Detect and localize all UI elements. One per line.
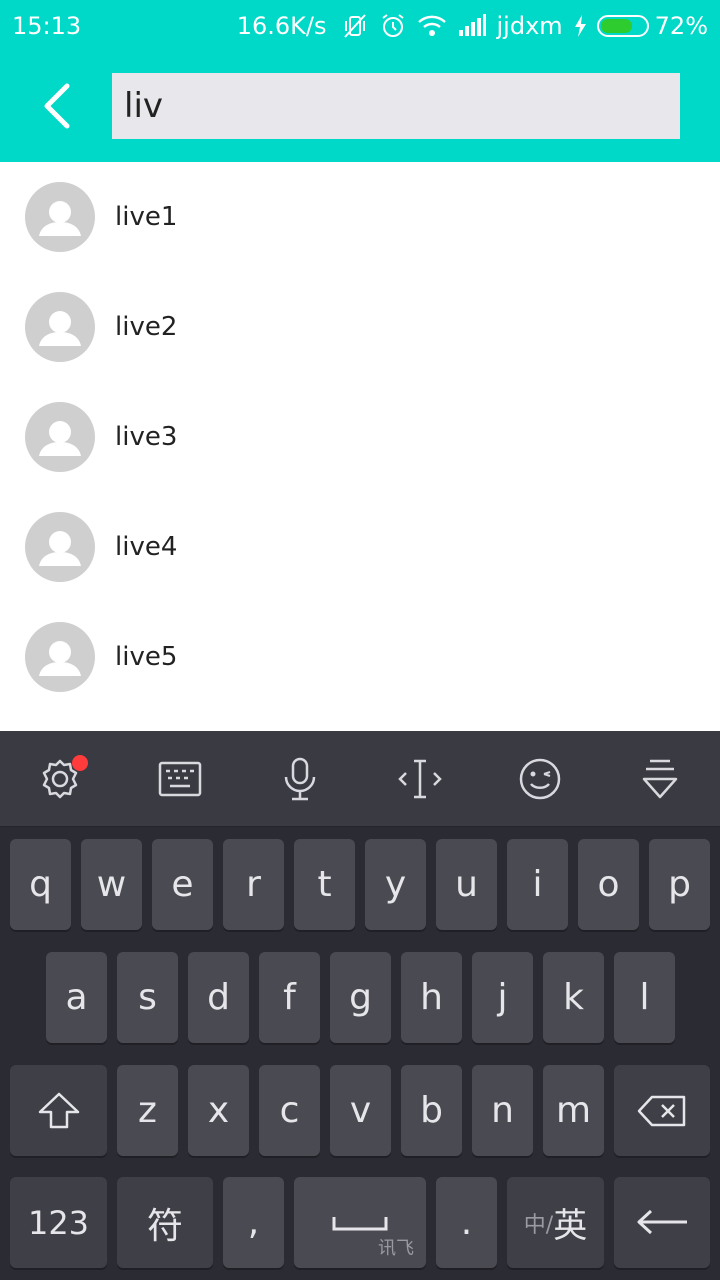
voice-input-button[interactable] bbox=[270, 749, 330, 809]
key-d[interactable]: d bbox=[188, 952, 249, 1043]
language-switch-key[interactable]: 中/英 bbox=[507, 1177, 604, 1268]
key-w[interactable]: w bbox=[81, 839, 142, 930]
search-input[interactable] bbox=[112, 73, 680, 139]
user-avatar-icon bbox=[39, 641, 81, 676]
key-b[interactable]: b bbox=[401, 1065, 462, 1156]
microphone-icon bbox=[284, 757, 316, 800]
keyboard-settings-button[interactable] bbox=[30, 749, 90, 809]
charging-icon bbox=[573, 15, 587, 37]
emoji-icon bbox=[519, 758, 561, 799]
user-avatar-icon bbox=[39, 311, 81, 346]
carrier-name: jjdxm bbox=[496, 12, 563, 40]
user-avatar-icon bbox=[39, 201, 81, 236]
key-l[interactable]: l bbox=[614, 952, 675, 1043]
space-key-brand: 讯飞 bbox=[378, 1238, 414, 1259]
key-q[interactable]: q bbox=[10, 839, 71, 930]
language-secondary: 中/ bbox=[523, 1212, 554, 1238]
language-primary: 英 bbox=[553, 1206, 588, 1246]
list-item[interactable]: live1 bbox=[0, 162, 720, 272]
key-r[interactable]: r bbox=[223, 839, 284, 930]
avatar bbox=[25, 182, 95, 252]
hide-keyboard-icon bbox=[642, 759, 678, 798]
avatar bbox=[25, 402, 95, 472]
key-s[interactable]: s bbox=[117, 952, 178, 1043]
key-i[interactable]: i bbox=[507, 839, 568, 930]
key-j[interactable]: j bbox=[472, 952, 533, 1043]
battery-indicator: 72% bbox=[596, 12, 708, 40]
app-bar bbox=[0, 52, 720, 162]
key-c[interactable]: c bbox=[259, 1065, 320, 1156]
status-time: 15:13 bbox=[12, 12, 82, 40]
key-p[interactable]: p bbox=[649, 839, 710, 930]
key-k[interactable]: k bbox=[543, 952, 604, 1043]
key-n[interactable]: n bbox=[472, 1065, 533, 1156]
cursor-control-button[interactable] bbox=[390, 749, 450, 809]
shift-key[interactable] bbox=[10, 1065, 107, 1156]
key-v[interactable]: v bbox=[330, 1065, 391, 1156]
signal-icon bbox=[457, 14, 487, 38]
key-z[interactable]: z bbox=[117, 1065, 178, 1156]
key-y[interactable]: y bbox=[365, 839, 426, 930]
key-e[interactable]: e bbox=[152, 839, 213, 930]
shift-icon bbox=[38, 1092, 79, 1128]
search-results-list: live1 live2 live3 live4 live5 bbox=[0, 162, 720, 712]
cursor-icon bbox=[398, 759, 442, 798]
avatar bbox=[25, 512, 95, 582]
battery-icon bbox=[596, 15, 649, 37]
soft-keyboard: q w e r t y u i o p a s d f g h j k l z … bbox=[0, 731, 720, 1280]
alarm-icon bbox=[379, 12, 407, 40]
status-bar: 15:13 16.6K/s jjdxm 72% bbox=[0, 0, 720, 52]
keyboard-layout-button[interactable] bbox=[150, 749, 210, 809]
list-item[interactable]: live2 bbox=[0, 272, 720, 382]
period-key[interactable]: . bbox=[436, 1177, 497, 1268]
vibrate-off-icon bbox=[341, 13, 369, 39]
list-item-label: live3 bbox=[115, 422, 178, 452]
keyboard-toolbar bbox=[0, 731, 720, 827]
numbers-key[interactable]: 123 bbox=[10, 1177, 107, 1268]
emoji-button[interactable] bbox=[510, 749, 570, 809]
battery-fill bbox=[600, 19, 633, 33]
space-icon bbox=[332, 1216, 388, 1230]
notification-dot bbox=[72, 754, 88, 771]
comma-key[interactable]: , bbox=[223, 1177, 284, 1268]
list-item[interactable]: live5 bbox=[0, 602, 720, 712]
enter-icon bbox=[637, 1209, 687, 1234]
space-key[interactable]: 讯飞 bbox=[294, 1177, 426, 1268]
symbols-key[interactable]: 符 bbox=[117, 1177, 213, 1268]
battery-percent: 72% bbox=[654, 12, 708, 40]
backspace-icon bbox=[637, 1095, 686, 1126]
list-item[interactable]: live4 bbox=[0, 492, 720, 602]
user-avatar-icon bbox=[39, 421, 81, 456]
list-item[interactable]: live3 bbox=[0, 382, 720, 492]
back-button[interactable] bbox=[28, 76, 84, 136]
enter-key[interactable] bbox=[614, 1177, 710, 1268]
key-a[interactable]: a bbox=[46, 952, 107, 1043]
list-item-label: live1 bbox=[115, 202, 178, 232]
status-right: 16.6K/s jjdxm 72% bbox=[237, 12, 708, 40]
key-m[interactable]: m bbox=[543, 1065, 604, 1156]
user-avatar-icon bbox=[39, 531, 81, 566]
key-t[interactable]: t bbox=[294, 839, 355, 930]
key-o[interactable]: o bbox=[578, 839, 639, 930]
avatar bbox=[25, 622, 95, 692]
list-item-label: live5 bbox=[115, 642, 178, 672]
backspace-key[interactable] bbox=[614, 1065, 710, 1156]
key-u[interactable]: u bbox=[436, 839, 497, 930]
back-arrow-icon bbox=[44, 83, 70, 129]
keyboard-icon bbox=[158, 761, 202, 796]
list-item-label: live4 bbox=[115, 532, 178, 562]
key-h[interactable]: h bbox=[401, 952, 462, 1043]
key-g[interactable]: g bbox=[330, 952, 391, 1043]
network-speed: 16.6K/s bbox=[236, 12, 327, 40]
key-x[interactable]: x bbox=[188, 1065, 249, 1156]
list-item-label: live2 bbox=[115, 312, 178, 342]
wifi-icon bbox=[417, 14, 447, 38]
key-f[interactable]: f bbox=[259, 952, 320, 1043]
hide-keyboard-button[interactable] bbox=[630, 749, 690, 809]
avatar bbox=[25, 292, 95, 362]
